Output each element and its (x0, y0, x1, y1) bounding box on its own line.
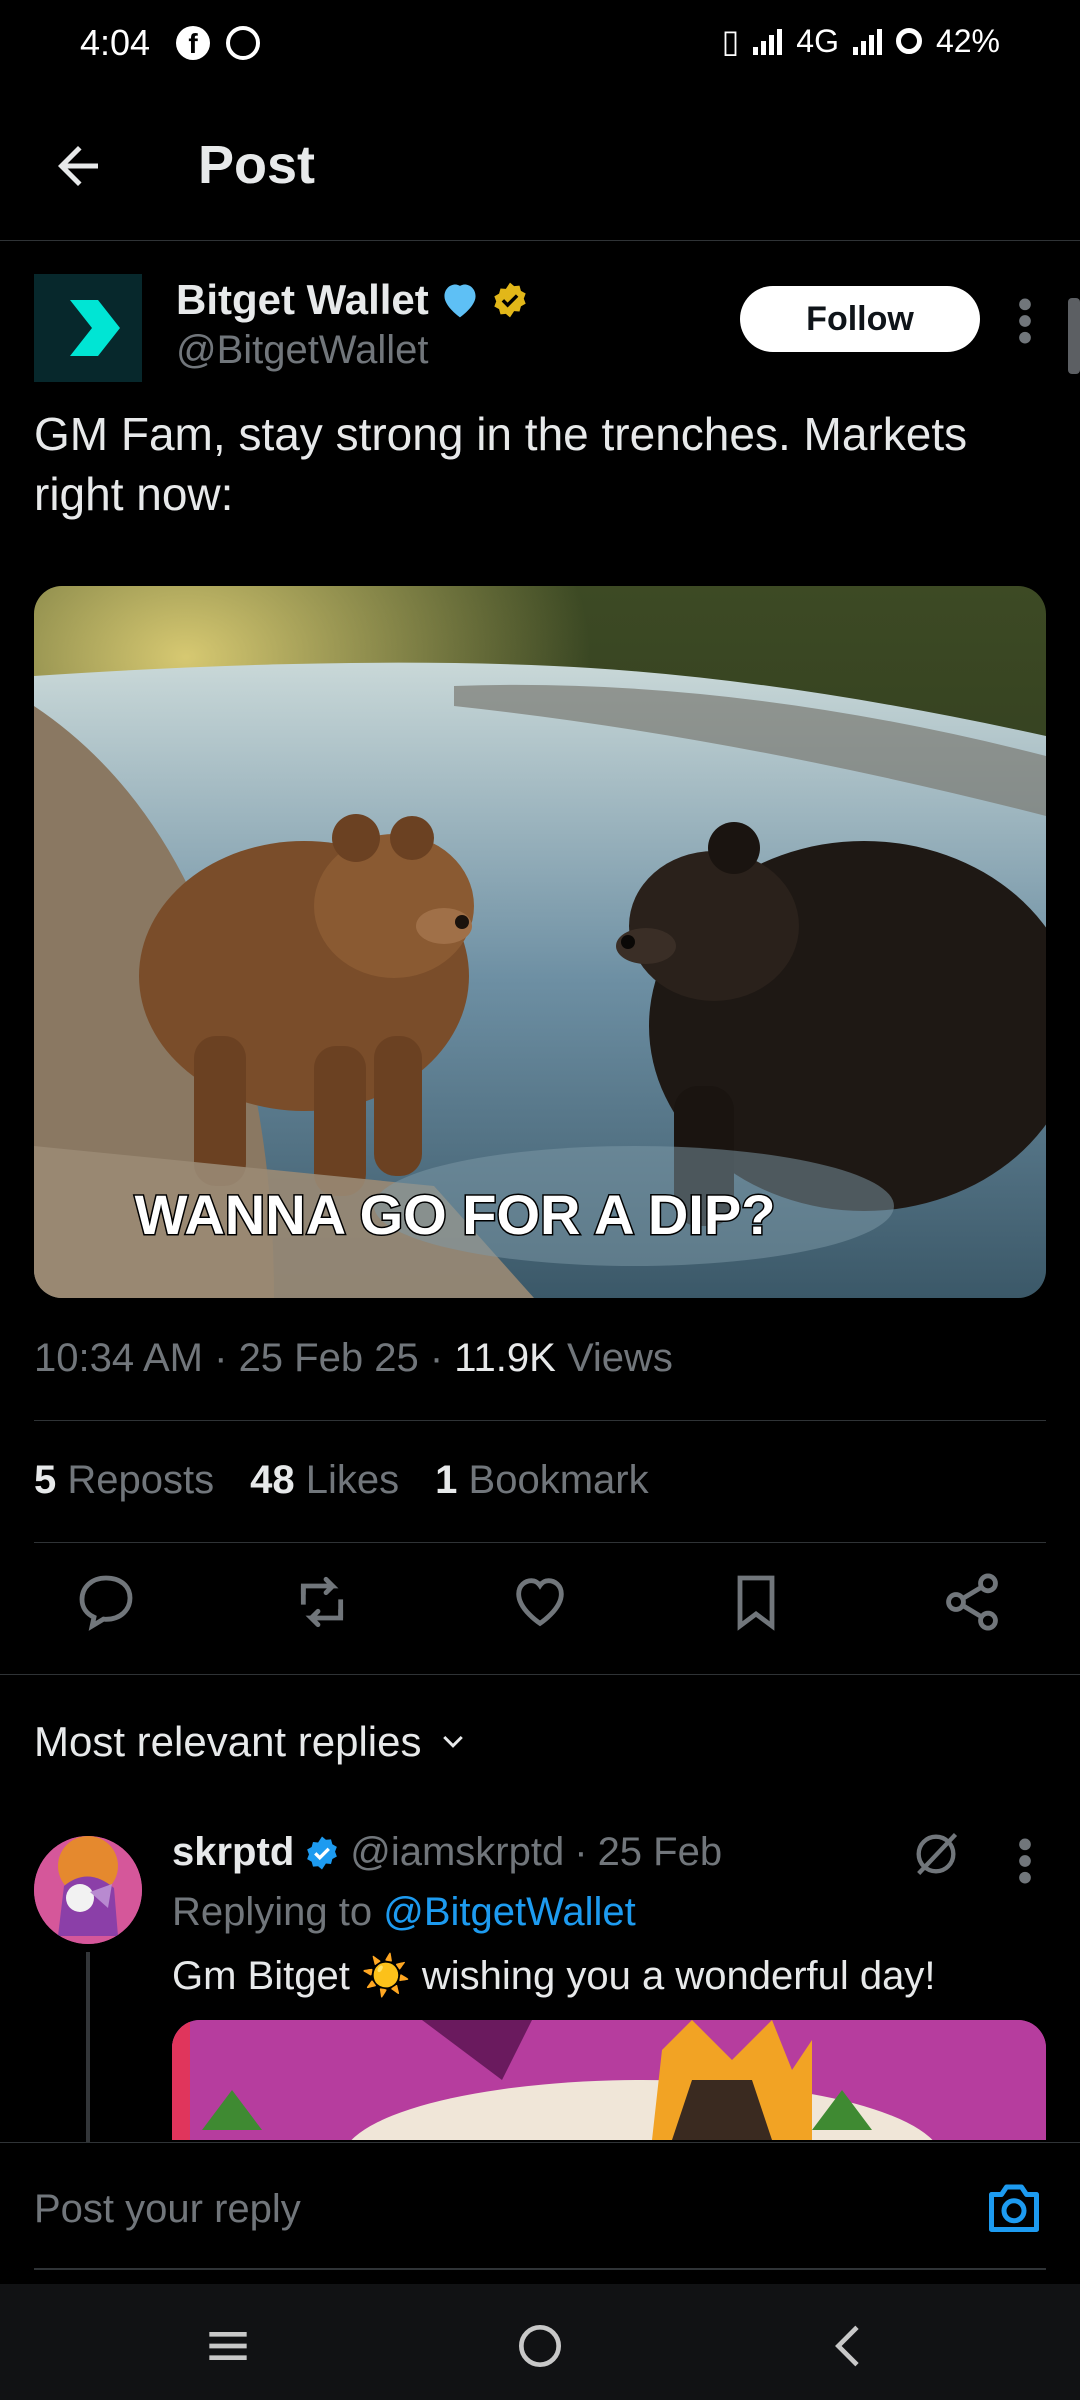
menu-icon[interactable] (200, 2318, 256, 2374)
home-circle-icon[interactable] (512, 2318, 568, 2374)
reply-media[interactable] (172, 2020, 1046, 2140)
reply-composer[interactable]: Post your reply (0, 2142, 1080, 2269)
reply-header: skrptd @iamskrptd · 25 Feb (172, 1830, 722, 1875)
reply-avatar[interactable] (34, 1836, 142, 1944)
battery-level: 42% (935, 22, 1000, 59)
back-arrow-icon[interactable] (48, 136, 108, 196)
action-bar (0, 1560, 1080, 1660)
signal-icon (753, 27, 783, 55)
system-nav-bar (0, 2284, 1080, 2400)
replying-to-handle[interactable]: @BitgetWallet (383, 1890, 636, 1934)
post-time: 10:34 AM (34, 1336, 204, 1380)
author-name-row[interactable]: Bitget Wallet (176, 276, 529, 324)
page-title: Post (198, 135, 316, 195)
image-caption: WANNA GO FOR A DIP? (135, 1183, 776, 1246)
thread-line (86, 1952, 90, 2142)
author-avatar[interactable] (34, 274, 142, 382)
views-label: Views (566, 1336, 673, 1380)
verified-badge-icon (494, 282, 526, 318)
bookmarks-count: 1 (435, 1458, 458, 1502)
more-vertical-icon[interactable] (1010, 296, 1040, 346)
author-handle[interactable]: @BitgetWallet (176, 328, 429, 373)
vibrate-icon: ▯ (721, 23, 740, 59)
reply-media-image (172, 2020, 1046, 2140)
reply-input-placeholder[interactable]: Post your reply (34, 2187, 301, 2232)
author-name: Bitget Wallet (176, 276, 429, 323)
verified-badge-icon (307, 1836, 338, 1869)
battery-icon (895, 28, 922, 54)
post-image[interactable]: WANNA GO FOR A DIP? (34, 586, 1046, 1298)
replying-to: Replying to @BitgetWallet (172, 1890, 636, 1935)
post-meta: 10:34 AM · 25 Feb 25 · 11.9K Views (34, 1336, 673, 1380)
share-icon[interactable] (940, 1570, 1004, 1634)
bookmarks-label: Bookmark (468, 1458, 649, 1502)
scrollbar-thumb[interactable] (1068, 298, 1080, 374)
facebook-icon: f (176, 26, 210, 60)
engagement-stats: 5 Reposts 48 Likes 1 Bookmark (34, 1458, 649, 1503)
chevron-down-icon (442, 1735, 463, 1748)
reply-date: 25 Feb (597, 1830, 723, 1874)
like-icon[interactable] (508, 1570, 572, 1634)
replying-to-prefix: Replying to (172, 1890, 373, 1934)
reply-text: Gm Bitget ☀️ wishing you a wonderful day… (172, 1954, 936, 1998)
reply-avatar-image (34, 1836, 142, 1944)
status-time: 4:04 (80, 22, 151, 63)
bookmarks-stat[interactable]: 1 Bookmark (435, 1458, 648, 1503)
reply-more-icon[interactable] (1010, 1836, 1040, 1886)
follow-button[interactable]: Follow (740, 286, 980, 352)
divider (34, 1420, 1046, 1421)
top-bar: Post (0, 100, 1080, 241)
divider (34, 1542, 1046, 1543)
likes-label: Likes (305, 1458, 400, 1502)
network-type: 4G (796, 22, 839, 59)
system-indicators: ▯ 4G 42% (722, 22, 1000, 60)
reply-author-handle[interactable]: @iamskrptd (350, 1830, 564, 1875)
bitget-logo-icon (34, 274, 142, 382)
messenger-icon (226, 26, 260, 60)
replies-sort-label: Most relevant replies (34, 1718, 422, 1765)
bookmark-icon[interactable] (724, 1570, 788, 1634)
repost-icon[interactable] (290, 1570, 354, 1634)
likes-count: 48 (250, 1458, 295, 1502)
section-divider (0, 1674, 1080, 1675)
likes-stat[interactable]: 48 Likes (250, 1458, 399, 1503)
status-bar: 4:04 f ▯ 4G 42% (0, 0, 1080, 88)
replies-sort-dropdown[interactable]: Most relevant replies (34, 1718, 468, 1766)
camera-icon[interactable] (984, 2179, 1044, 2235)
post-date: 25 Feb 25 (238, 1336, 419, 1380)
grok-icon[interactable] (910, 1828, 962, 1880)
blue-heart-icon (444, 284, 476, 318)
reposts-count: 5 (34, 1458, 57, 1502)
post-text: GM Fam, stay strong in the trenches. Mar… (34, 408, 968, 520)
reposts-label: Reposts (67, 1458, 215, 1502)
composer-divider (34, 2268, 1046, 2270)
reply-separator: · (574, 1830, 588, 1874)
reply-icon[interactable] (74, 1570, 138, 1634)
bear-cubs-image: WANNA GO FOR A DIP? (34, 586, 1046, 1298)
reposts-stat[interactable]: 5 Reposts (34, 1458, 214, 1503)
reply-author-name[interactable]: skrptd (172, 1830, 294, 1875)
back-chevron-icon[interactable] (822, 2318, 878, 2374)
views-count: 11.9K (454, 1336, 556, 1380)
signal-icon-2 (852, 27, 882, 55)
